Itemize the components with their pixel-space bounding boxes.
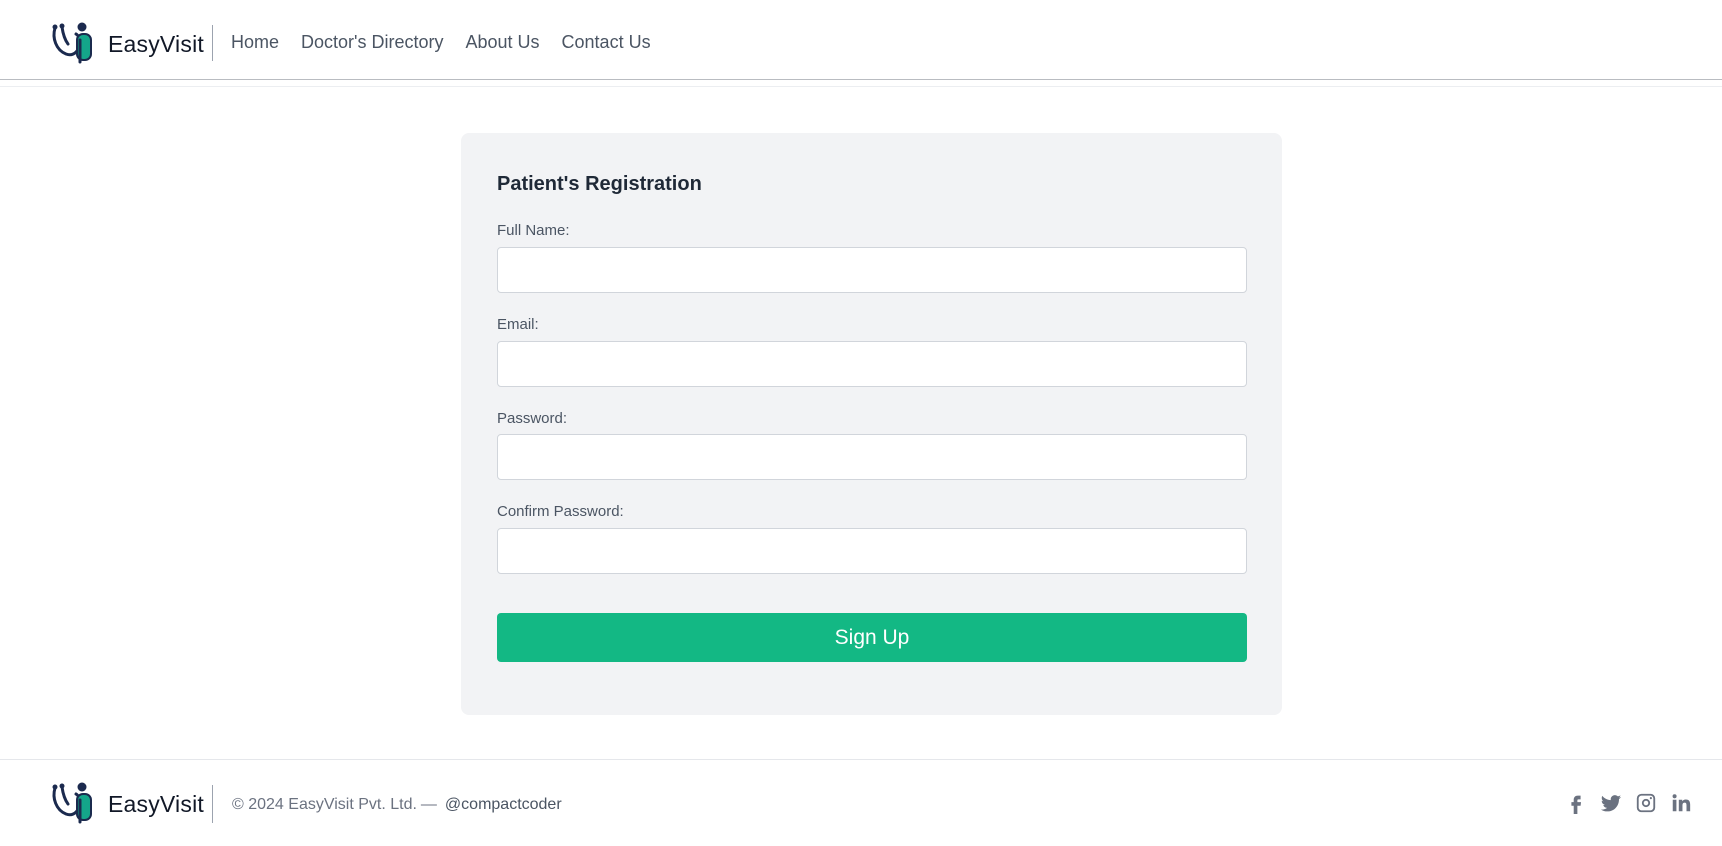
stethoscope-logo-icon <box>52 22 92 64</box>
header-border-light <box>0 86 1722 87</box>
password-label: Password: <box>497 410 568 427</box>
facebook-link[interactable] <box>1564 791 1588 815</box>
registration-card: Patient's Registration Full Name: Email:… <box>461 133 1282 715</box>
site-header: EasyVisit Home Doctor's Directory About … <box>0 0 1722 80</box>
instagram-icon <box>1636 793 1656 813</box>
instagram-link[interactable] <box>1634 791 1658 815</box>
twitter-link[interactable] <box>1599 791 1623 815</box>
footer-brand-link[interactable]: EasyVisit <box>50 782 204 826</box>
social-links <box>1564 791 1704 815</box>
email-input[interactable] <box>497 341 1247 387</box>
brand-name: EasyVisit <box>108 30 204 57</box>
full-name-label: Full Name: <box>497 222 570 239</box>
form-title: Patient's Registration <box>497 173 702 195</box>
author-handle-link[interactable]: @compactcoder <box>445 796 562 813</box>
copyright-notice: © 2024 EasyVisit Pvt. Ltd. <box>232 796 417 813</box>
confirm-password-input[interactable] <box>497 528 1247 574</box>
copyright-text: © 2024 EasyVisit Pvt. Ltd. — @compactcoder <box>232 796 562 814</box>
sign-up-button[interactable]: Sign Up <box>497 613 1247 662</box>
footer-border <box>0 759 1722 760</box>
linkedin-link[interactable] <box>1669 791 1693 815</box>
twitter-icon <box>1600 795 1622 812</box>
confirm-password-label: Confirm Password: <box>497 503 624 520</box>
facebook-icon <box>1571 795 1582 814</box>
linkedin-icon <box>1672 794 1691 812</box>
full-name-input[interactable] <box>497 247 1247 293</box>
password-input[interactable] <box>497 434 1247 480</box>
main-nav: Home Doctor's Directory About Us Contact… <box>231 32 673 53</box>
nav-about-us[interactable]: About Us <box>465 32 539 53</box>
header-divider <box>212 25 213 61</box>
copyright-separator: — <box>420 796 437 813</box>
email-label: Email: <box>497 316 539 333</box>
footer-brand-name: EasyVisit <box>108 790 204 817</box>
stethoscope-logo-icon <box>52 782 92 824</box>
nav-home[interactable]: Home <box>231 32 279 53</box>
nav-contact-us[interactable]: Contact Us <box>562 32 651 53</box>
header-border <box>0 79 1722 80</box>
nav-doctors-directory[interactable]: Doctor's Directory <box>301 32 443 53</box>
brand-link[interactable]: EasyVisit <box>50 22 204 66</box>
footer-divider <box>212 785 213 823</box>
